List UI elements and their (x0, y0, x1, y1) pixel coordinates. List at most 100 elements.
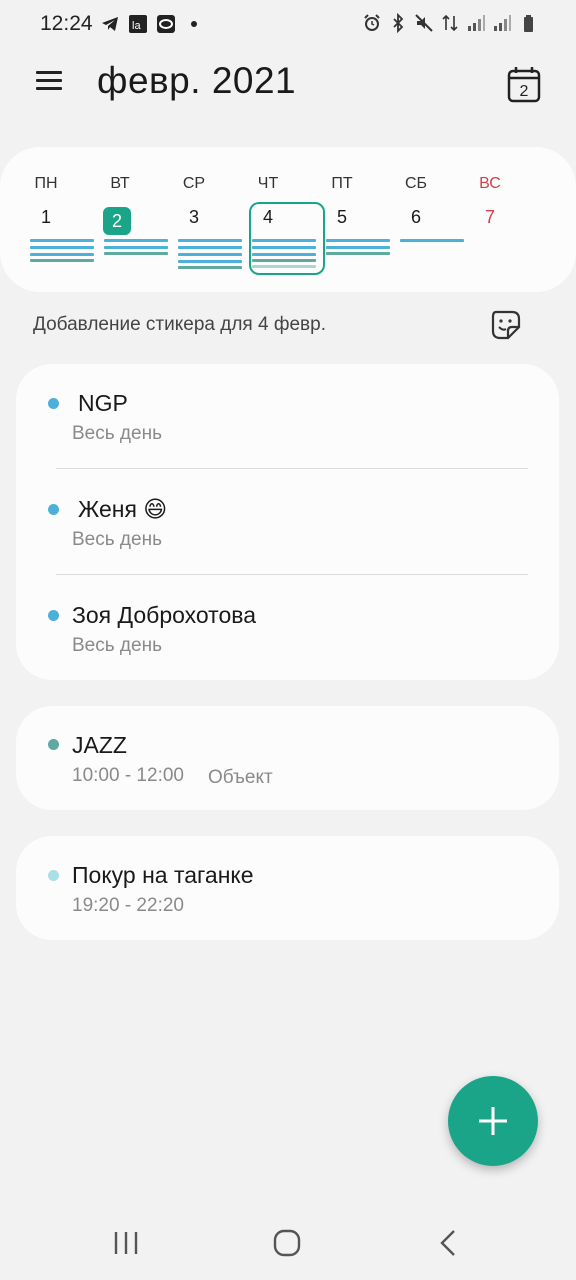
home-icon (273, 1229, 301, 1257)
day-number: 5 (337, 207, 348, 227)
day-name: ВС (479, 175, 501, 192)
event-bar (252, 259, 316, 262)
day-name: СБ (404, 175, 428, 192)
event-item[interactable]: NGP Весь день (16, 364, 559, 468)
menu-button[interactable] (36, 68, 68, 100)
event-title: Зоя Доброхотова (72, 602, 256, 628)
today-number: 2 (520, 83, 529, 100)
day-column-sat[interactable]: СБ 6 (379, 147, 453, 292)
day-column-wed[interactable]: СР 3 (157, 147, 231, 292)
event-color-dot (48, 739, 59, 750)
event-bar (400, 239, 464, 242)
alarm-icon (364, 14, 380, 31)
signal-icon (468, 15, 485, 31)
mute-icon (415, 14, 433, 32)
all-day-events-card: NGP Весь день Женя 😄 Весь день Зоя Добро… (16, 364, 559, 680)
event-color-dot (48, 398, 59, 409)
day-number-today: 2 (103, 207, 131, 235)
calendar-icon: 2 (507, 67, 541, 103)
day-number: 3 (189, 207, 200, 227)
event-bar (326, 239, 390, 242)
divider (56, 468, 528, 469)
event-title: JAZZ (72, 732, 127, 758)
event-time: 19:20 - 22:20 (72, 895, 184, 916)
event-item[interactable]: JAZZ 10:00 - 12:00 Объект (16, 706, 559, 810)
day-column-mon[interactable]: ПН 1 (9, 147, 83, 292)
page-title[interactable]: февр. 2021 (97, 60, 296, 102)
event-time: Весь день (72, 529, 162, 550)
event-color-dot (48, 504, 59, 515)
event-bar (178, 246, 242, 249)
battery-icon (524, 15, 533, 32)
event-bar (178, 266, 242, 269)
event-bar (30, 253, 94, 256)
event-time: Весь день (72, 635, 162, 656)
event-title: Женя 😄 (78, 496, 168, 522)
event-time: 10:00 - 12:00 (72, 765, 184, 786)
event-bar (30, 259, 94, 262)
la-app-icon: la (129, 15, 147, 33)
home-button[interactable] (267, 1228, 307, 1260)
divider (56, 574, 528, 575)
system-nav-bar (0, 1200, 576, 1280)
status-bar: 12:24 la (0, 0, 576, 50)
event-bar (252, 253, 316, 256)
event-card[interactable]: Покур на таганке 19:20 - 22:20 (16, 836, 559, 940)
back-icon (440, 1230, 455, 1256)
event-bar (30, 239, 94, 242)
event-bar (252, 246, 316, 249)
tinkoff-icon (157, 15, 175, 33)
day-name: ВТ (110, 175, 130, 192)
plus-icon (479, 1107, 507, 1135)
event-item[interactable]: Покур на таганке 19:20 - 22:20 (16, 836, 559, 940)
add-sticker-button[interactable] (490, 309, 522, 341)
day-column-sun[interactable]: ВС 7 (453, 147, 527, 292)
dot-icon (191, 21, 197, 27)
day-name: ЧТ (257, 175, 279, 192)
day-number: 7 (485, 207, 496, 227)
bluetooth-icon (393, 13, 404, 33)
menu-icon-line (36, 87, 62, 90)
recent-apps-icon (114, 1232, 138, 1254)
telegram-icon (102, 17, 118, 31)
calendar-screen: 12:24 la февр. 2021 2 ПН 1 ВТ 2 СР 3 ЧТ … (0, 0, 576, 1280)
back-button[interactable] (428, 1228, 468, 1260)
menu-icon (36, 71, 62, 74)
event-bar (104, 246, 168, 249)
recent-apps-button[interactable] (106, 1228, 146, 1260)
event-bar (326, 246, 390, 249)
event-bar (178, 253, 242, 256)
event-color-dot (48, 870, 59, 881)
add-sticker-label[interactable]: Добавление стикера для 4 февр. (33, 314, 326, 336)
day-number: 6 (411, 207, 422, 227)
event-bar (252, 239, 316, 242)
event-item[interactable]: Зоя Доброхотова Весь день (16, 576, 559, 680)
data-arrows-icon (442, 14, 458, 32)
day-column-tue[interactable]: ВТ 2 (83, 147, 157, 292)
day-name: СР (182, 175, 206, 192)
day-number: 1 (41, 207, 52, 227)
day-name: ПТ (331, 175, 353, 192)
event-bar (104, 239, 168, 242)
event-bar (178, 260, 242, 263)
event-card[interactable]: JAZZ 10:00 - 12:00 Объект (16, 706, 559, 810)
day-name: ПН (34, 175, 58, 192)
signal-icon (494, 15, 511, 31)
status-time: 12:24 (40, 12, 93, 35)
event-bar (30, 246, 94, 249)
today-button[interactable]: 2 (504, 64, 544, 104)
event-title: NGP (78, 390, 128, 416)
week-strip: ПН 1 ВТ 2 СР 3 ЧТ 4 ПТ 5 СБ 6 ВС 7 (0, 147, 576, 292)
add-event-button[interactable] (448, 1076, 538, 1166)
event-bar (178, 239, 242, 242)
svg-text:la: la (132, 20, 141, 32)
event-bar (326, 252, 390, 255)
event-item[interactable]: Женя 😄 Весь день (16, 470, 559, 574)
event-time: Весь день (72, 423, 162, 444)
menu-icon-line (36, 79, 62, 82)
event-bar (252, 265, 316, 268)
sticker-icon (491, 310, 521, 340)
event-title: Покур на таганке (72, 862, 254, 888)
event-location: Объект (208, 767, 273, 788)
event-color-dot (48, 610, 59, 621)
